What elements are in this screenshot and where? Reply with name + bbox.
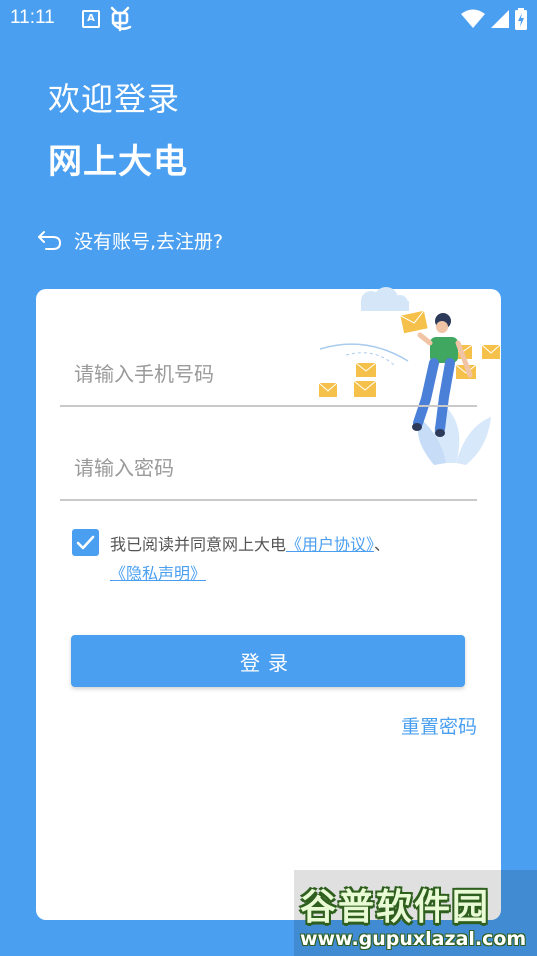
- watermark-brand: 谷普软件园: [300, 887, 491, 928]
- bug-icon: [110, 6, 132, 32]
- login-card: 我已阅读并同意网上大电《用户协议》、《隐私声明》 登录 重置密码: [36, 287, 501, 920]
- register-label: 没有账号,去注册?: [74, 230, 224, 253]
- password-field-container: [60, 435, 477, 501]
- brand-name: 网上大电: [48, 142, 188, 182]
- agreement-prefix: 我已阅读并同意网上大电: [110, 535, 287, 554]
- watermark-url: www.gupuxlazal.com: [300, 928, 527, 950]
- status-bar: 11:11 A: [0, 0, 537, 38]
- phone-input[interactable]: [72, 355, 376, 393]
- agreement-checkbox[interactable]: [72, 529, 99, 556]
- battery-icon: [515, 8, 527, 30]
- status-time: 11:11: [10, 7, 55, 28]
- signal-icon: [490, 10, 509, 28]
- register-link[interactable]: 没有账号,去注册?: [36, 226, 223, 254]
- wifi-icon: [460, 9, 485, 28]
- agreement-separator: 、: [374, 535, 391, 554]
- user-agreement-link[interactable]: 《用户协议》: [286, 535, 374, 554]
- login-button[interactable]: 登录: [71, 635, 465, 687]
- welcome-title: 欢迎登录: [48, 80, 181, 118]
- privacy-policy-link[interactable]: 《隐私声明》: [110, 564, 206, 583]
- reset-password-link[interactable]: 重置密码: [401, 712, 477, 739]
- checkmark-icon: [76, 535, 95, 550]
- agreement-text: 我已阅读并同意网上大电《用户协议》、《隐私声明》: [110, 530, 472, 588]
- back-arrow-icon: [38, 231, 62, 250]
- status-indicators: [460, 8, 527, 30]
- phone-field-container: [60, 341, 477, 407]
- password-input[interactable]: [72, 449, 376, 487]
- watermark: 谷普软件园 www.gupuxlazal.com: [294, 870, 537, 956]
- notification-a-icon: A: [82, 10, 100, 28]
